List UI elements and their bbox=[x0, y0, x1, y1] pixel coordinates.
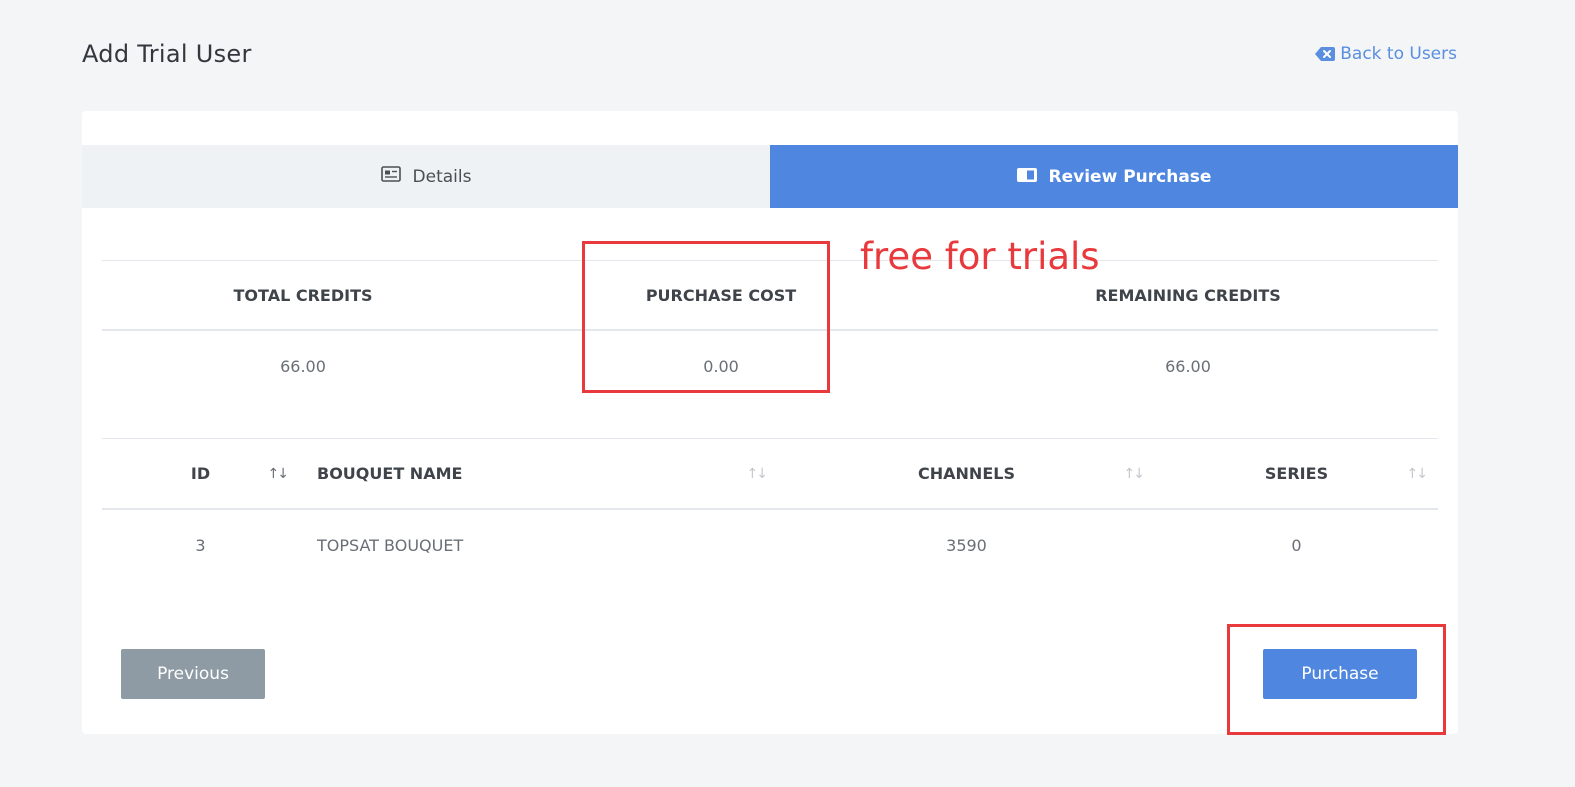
bouquet-series-cell: 0 bbox=[1291, 535, 1302, 555]
previous-button[interactable]: Previous bbox=[121, 649, 265, 699]
back-to-users-link[interactable]: Back to Users bbox=[1315, 44, 1457, 64]
bouquet-id-cell: 3 bbox=[195, 535, 206, 555]
sort-icon: ↑↓ bbox=[267, 465, 290, 482]
wizard-tabs: Details Review Purchase bbox=[82, 145, 1458, 208]
sort-icon: ↑↓ bbox=[1406, 465, 1429, 482]
column-id[interactable]: ID ↑↓ bbox=[102, 438, 299, 510]
column-channels[interactable]: CHANNELS ↑↓ bbox=[778, 438, 1155, 510]
bouquet-table: ID ↑↓ BOUQUET NAME ↑↓ CHANNELS ↑↓ SERIES… bbox=[102, 438, 1438, 580]
id-card-icon bbox=[380, 166, 401, 187]
column-series-label: SERIES bbox=[1264, 464, 1329, 483]
annotation-box-purchase-cost bbox=[582, 241, 830, 393]
annotation-box-purchase-button bbox=[1227, 624, 1446, 735]
sort-icon: ↑↓ bbox=[1123, 465, 1146, 482]
backspace-icon bbox=[1315, 47, 1336, 61]
column-bouquet-name[interactable]: BOUQUET NAME ↑↓ bbox=[299, 438, 778, 510]
tab-review-purchase[interactable]: Review Purchase bbox=[770, 145, 1458, 208]
book-icon bbox=[1016, 167, 1037, 187]
page-title: Add Trial User bbox=[82, 40, 252, 68]
tab-details-label: Details bbox=[412, 166, 472, 187]
remaining-credits-value: 66.00 bbox=[1165, 356, 1211, 376]
total-credits-header: TOTAL CREDITS bbox=[102, 260, 504, 331]
tab-review-purchase-label: Review Purchase bbox=[1048, 166, 1212, 187]
bouquet-name-cell: TOPSAT BOUQUET bbox=[317, 535, 464, 555]
sort-icon: ↑↓ bbox=[746, 465, 769, 482]
column-series[interactable]: SERIES ↑↓ bbox=[1155, 438, 1438, 510]
back-to-users-label: Back to Users bbox=[1340, 44, 1457, 64]
column-bouquet-name-label: BOUQUET NAME bbox=[317, 464, 463, 483]
column-channels-label: CHANNELS bbox=[918, 464, 1015, 483]
column-id-label: ID bbox=[190, 464, 211, 483]
annotation-text: free for trials bbox=[860, 235, 1100, 278]
total-credits-value: 66.00 bbox=[280, 356, 326, 376]
bouquet-channels-cell: 3590 bbox=[946, 535, 987, 555]
tab-details[interactable]: Details bbox=[82, 145, 770, 208]
table-row: 3 TOPSAT BOUQUET 3590 0 bbox=[102, 509, 1438, 580]
